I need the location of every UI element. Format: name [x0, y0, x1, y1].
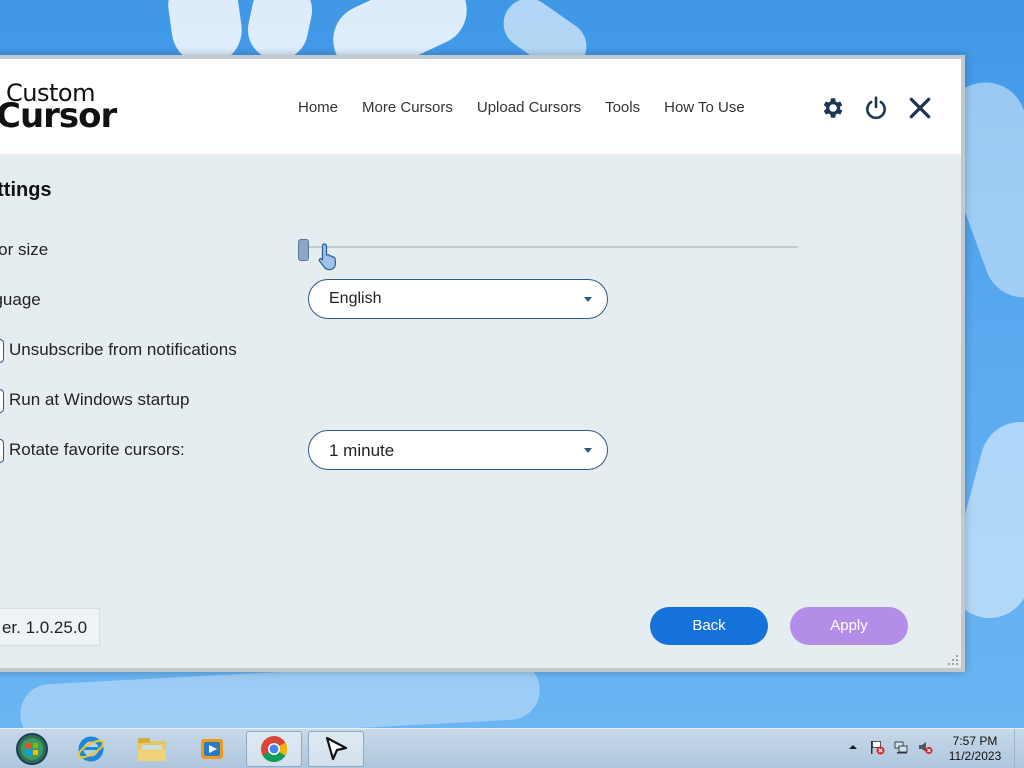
system-tray [845, 739, 933, 755]
startup-label: Run at Windows startup [9, 390, 190, 409]
apply-button[interactable]: Apply [790, 607, 908, 645]
logo-line-2: Cursor [0, 96, 117, 136]
chevron-down-icon [584, 297, 592, 302]
network-icon[interactable] [893, 739, 909, 755]
start-orb-icon [16, 733, 48, 765]
taskbar-media-player[interactable] [184, 731, 240, 767]
startup-checkbox[interactable] [0, 389, 4, 413]
app-logo: Custom Cursor [0, 81, 117, 136]
language-value: English [329, 290, 382, 307]
file-explorer-icon [138, 738, 166, 761]
rotate-interval-value: 1 minute [329, 441, 395, 460]
taskbar-chrome[interactable] [246, 731, 302, 767]
unsubscribe-checkbox[interactable] [0, 339, 4, 363]
start-button[interactable] [4, 731, 60, 767]
nav-home[interactable]: Home [298, 99, 338, 116]
close-icon[interactable] [907, 95, 933, 121]
taskbar-custom-cursor[interactable] [308, 731, 364, 767]
version-label: er. 1.0.25.0 [0, 608, 100, 646]
language-label: nguage [0, 290, 41, 309]
internet-explorer-icon [77, 736, 105, 762]
resize-grip-icon[interactable] [947, 654, 959, 666]
cursor-size-slider-thumb[interactable] [298, 239, 309, 261]
cursor-app-icon [325, 736, 348, 761]
rotate-label: Rotate favorite cursors: [9, 440, 185, 459]
rotate-interval-select[interactable]: 1 minute [308, 430, 608, 470]
chevron-down-icon [584, 448, 592, 453]
cursor-size-label: rsor size [0, 240, 49, 259]
taskbar-internet-explorer[interactable] [63, 731, 119, 767]
taskbar: 7:57 PM 11/2/2023 [0, 728, 1024, 768]
gear-icon[interactable] [819, 95, 845, 121]
custom-cursor-window: Custom Cursor Home More Cursors Upload C… [0, 55, 965, 672]
volume-muted-icon[interactable] [917, 739, 933, 755]
nav-more-cursors[interactable]: More Cursors [362, 99, 453, 116]
unsubscribe-label: Unsubscribe from notifications [9, 340, 237, 359]
language-select[interactable]: English [308, 279, 608, 319]
show-desktop-button[interactable] [1014, 729, 1024, 768]
chrome-icon [261, 736, 288, 763]
nav-tools[interactable]: Tools [605, 99, 640, 116]
app-header: Custom Cursor Home More Cursors Upload C… [0, 59, 961, 154]
rotate-checkbox[interactable] [0, 439, 4, 463]
cursor-size-slider-track[interactable] [308, 246, 798, 248]
nav-upload-cursors[interactable]: Upload Cursors [477, 99, 581, 116]
page-title: ettings [0, 179, 52, 201]
main-nav: Home More Cursors Upload Cursors Tools H… [298, 99, 745, 116]
media-player-icon [201, 739, 223, 759]
show-hidden-icons-icon[interactable] [845, 739, 861, 755]
hand-pointer-icon [318, 243, 337, 271]
power-icon[interactable] [863, 95, 889, 121]
nav-how-to-use[interactable]: How To Use [664, 99, 745, 116]
clock-time: 7:57 PM [952, 734, 998, 748]
taskbar-clock[interactable]: 7:57 PM 11/2/2023 [940, 734, 1010, 764]
taskbar-file-explorer[interactable] [124, 731, 180, 767]
back-button[interactable]: Back [650, 607, 768, 645]
action-center-flag-icon[interactable] [869, 739, 885, 755]
clock-date: 11/2/2023 [948, 749, 1002, 763]
